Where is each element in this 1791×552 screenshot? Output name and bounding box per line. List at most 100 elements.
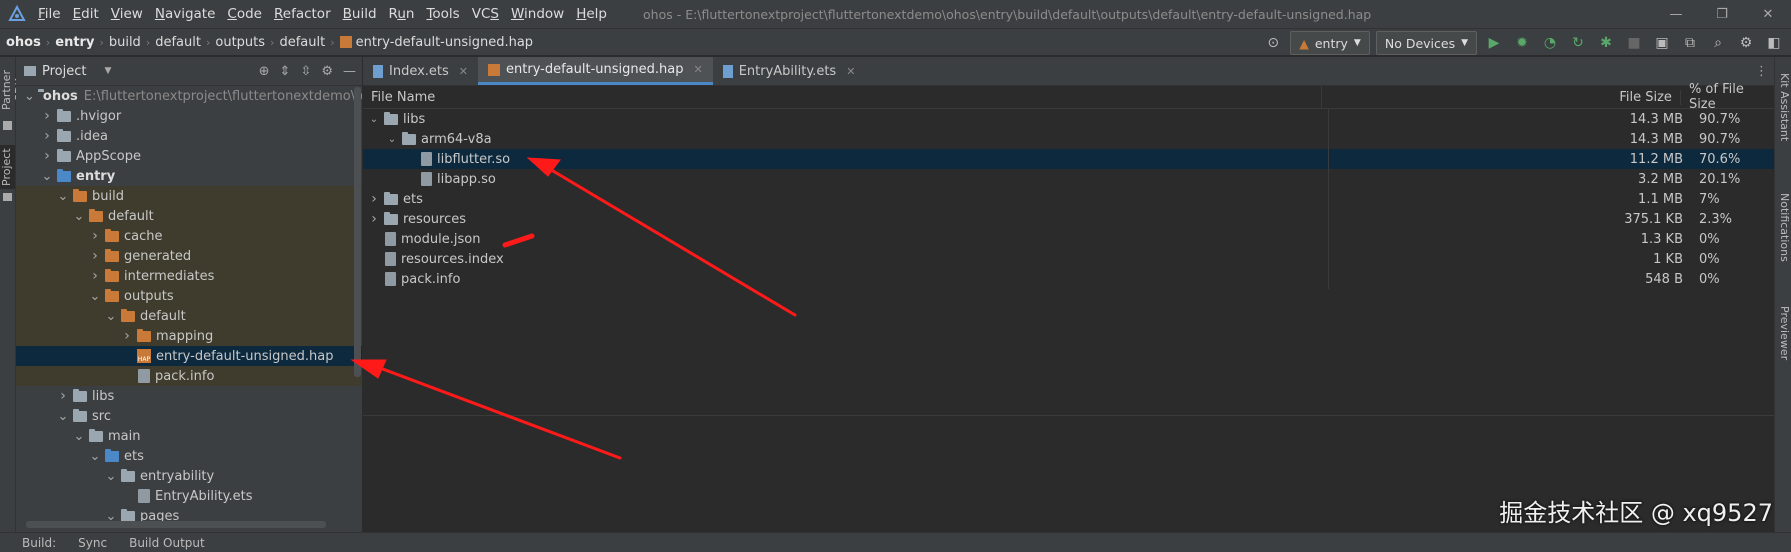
- structure-icon[interactable]: ⧉: [1679, 32, 1701, 54]
- chevron-down-icon[interactable]: ⌄: [104, 469, 118, 484]
- menu-navigate[interactable]: Navigate: [149, 6, 222, 22]
- close-icon[interactable]: ✕: [693, 63, 702, 76]
- tree-item[interactable]: pack.info: [16, 366, 362, 386]
- chevron-down-icon[interactable]: ⌄: [385, 134, 399, 145]
- target-icon[interactable]: ⊙: [1262, 32, 1284, 54]
- table-row[interactable]: pack.info 548 B 0%: [363, 269, 1774, 289]
- tree-item[interactable]: › mapping: [16, 326, 362, 346]
- chevron-right-icon[interactable]: ›: [56, 388, 70, 404]
- menu-edit[interactable]: Edit: [67, 6, 105, 22]
- notifications-tab[interactable]: Notifications: [1775, 177, 1791, 277]
- menu-vcs[interactable]: VCS: [466, 6, 505, 22]
- device-select[interactable]: No Devices ▼: [1375, 31, 1477, 55]
- status-build-output[interactable]: Build Output: [129, 536, 205, 550]
- device-manager-icon[interactable]: ▣: [1651, 32, 1673, 54]
- chevron-down-icon[interactable]: ▼: [104, 66, 111, 76]
- editor-tab[interactable]: EntryAbility.ets ✕: [713, 57, 866, 85]
- tree-item[interactable]: › .idea: [16, 126, 362, 146]
- stop-icon[interactable]: ■: [1623, 32, 1645, 54]
- table-row[interactable]: › ets 1.1 MB 7%: [363, 189, 1774, 209]
- tree-item[interactable]: › intermediates: [16, 266, 362, 286]
- chevron-down-icon[interactable]: ⌄: [72, 209, 86, 224]
- breadcrumb-item[interactable]: entry-default-unsigned.hap: [339, 35, 533, 50]
- column-header[interactable]: % of File Size: [1681, 82, 1774, 112]
- module-select[interactable]: ▲ entry ▼: [1290, 31, 1370, 55]
- close-icon[interactable]: ✕: [846, 65, 855, 78]
- tree-item[interactable]: ⌄ outputs: [16, 286, 362, 306]
- breadcrumb-item[interactable]: outputs: [215, 35, 265, 50]
- close-icon[interactable]: ✕: [1745, 0, 1791, 28]
- chevron-down-icon[interactable]: ⌄: [367, 114, 381, 125]
- tree-item[interactable]: EntryAbility.ets: [16, 486, 362, 506]
- table-row[interactable]: resources.index 1 KB 0%: [363, 249, 1774, 269]
- status-build[interactable]: Build:: [22, 536, 56, 550]
- menu-code[interactable]: Code: [221, 6, 268, 22]
- partner-sdk-tab[interactable]: Partner SDK: [0, 61, 26, 119]
- attach-debugger-icon[interactable]: ✱: [1595, 32, 1617, 54]
- chevron-down-icon[interactable]: ⌄: [72, 429, 86, 444]
- table-row[interactable]: ⌄ arm64-v8a 14.3 MB 90.7%: [363, 129, 1774, 149]
- editor-tab[interactable]: Index.ets ✕: [363, 57, 478, 85]
- locate-icon[interactable]: ⊕: [259, 64, 270, 79]
- tree-item[interactable]: HAP entry-default-unsigned.hap: [16, 346, 362, 366]
- chevron-down-icon[interactable]: ⌄: [56, 189, 70, 204]
- table-row[interactable]: libflutter.so 11.2 MB 70.6%: [363, 149, 1774, 169]
- chevron-right-icon[interactable]: ›: [120, 328, 134, 344]
- table-row[interactable]: ⌄ libs 14.3 MB 90.7%: [363, 109, 1774, 129]
- tree-item[interactable]: ⌄ entry: [16, 166, 362, 186]
- profile-icon[interactable]: ◔: [1539, 32, 1561, 54]
- chevron-down-icon[interactable]: ⌄: [88, 289, 102, 304]
- tree-item[interactable]: ⌄ main: [16, 426, 362, 446]
- menu-refactor[interactable]: Refactor: [268, 6, 337, 22]
- tree-item[interactable]: ⌄ ohos E:\fluttertonextproject\fluttertone…: [16, 86, 362, 106]
- breadcrumb-item[interactable]: build: [109, 35, 141, 50]
- tab-menu-icon[interactable]: ⋮: [1755, 57, 1768, 85]
- table-row[interactable]: module.json 1.3 KB 0%: [363, 229, 1774, 249]
- column-header[interactable]: File Size: [1322, 89, 1681, 105]
- expand-all-icon[interactable]: ⇕: [280, 64, 291, 79]
- chevron-down-icon[interactable]: ⌄: [56, 409, 70, 424]
- breadcrumb-item[interactable]: default: [155, 35, 201, 50]
- chevron-right-icon[interactable]: ›: [40, 108, 54, 124]
- chevron-right-icon[interactable]: ›: [367, 191, 381, 207]
- hide-icon[interactable]: —: [343, 64, 356, 79]
- tree-scrollbar[interactable]: [354, 87, 361, 377]
- chevron-right-icon[interactable]: ›: [88, 228, 102, 244]
- close-icon[interactable]: ✕: [459, 65, 468, 78]
- project-tab[interactable]: Project: [0, 145, 15, 189]
- tree-item[interactable]: ⌄ ets: [16, 446, 362, 466]
- menu-run[interactable]: Run: [383, 6, 421, 22]
- table-row[interactable]: libapp.so 3.2 MB 20.1%: [363, 169, 1774, 189]
- chevron-down-icon[interactable]: ⌄: [88, 449, 102, 464]
- chevron-right-icon[interactable]: ›: [40, 128, 54, 144]
- breadcrumb-item[interactable]: ohos: [6, 35, 41, 50]
- debug-icon[interactable]: ✹: [1511, 32, 1533, 54]
- deveco-logo-icon[interactable]: [8, 4, 26, 23]
- tree-item[interactable]: ⌄ src: [16, 406, 362, 426]
- breadcrumb-item[interactable]: entry: [55, 35, 94, 50]
- menu-help[interactable]: Help: [570, 6, 613, 22]
- layout-icon[interactable]: ◧: [1763, 32, 1785, 54]
- reload-icon[interactable]: ↻: [1567, 32, 1589, 54]
- collapse-all-icon[interactable]: ⇳: [300, 64, 311, 79]
- menu-build[interactable]: Build: [337, 6, 383, 22]
- previewer-tab[interactable]: Previewer: [1775, 293, 1791, 373]
- search-icon[interactable]: ⌕: [1707, 32, 1729, 54]
- tree-item[interactable]: › libs: [16, 386, 362, 406]
- chevron-down-icon[interactable]: ⌄: [104, 309, 118, 324]
- menu-tools[interactable]: Tools: [420, 6, 465, 22]
- tree-item[interactable]: ⌄ entryability: [16, 466, 362, 486]
- tree-item[interactable]: ⌄ default: [16, 306, 362, 326]
- chevron-down-icon[interactable]: ⌄: [40, 169, 54, 184]
- chevron-down-icon[interactable]: ⌄: [24, 89, 35, 104]
- tree-item[interactable]: ⌄ default: [16, 206, 362, 226]
- menu-view[interactable]: View: [105, 6, 149, 22]
- breadcrumb-item[interactable]: default: [279, 35, 325, 50]
- tree-item[interactable]: ⌄ build: [16, 186, 362, 206]
- gear-icon[interactable]: ⚙: [321, 64, 333, 79]
- table-row[interactable]: › resources 375.1 KB 2.3%: [363, 209, 1774, 229]
- chevron-right-icon[interactable]: ›: [40, 148, 54, 164]
- chevron-right-icon[interactable]: ›: [367, 211, 381, 227]
- run-icon[interactable]: ▶: [1483, 32, 1505, 54]
- chevron-right-icon[interactable]: ›: [88, 268, 102, 284]
